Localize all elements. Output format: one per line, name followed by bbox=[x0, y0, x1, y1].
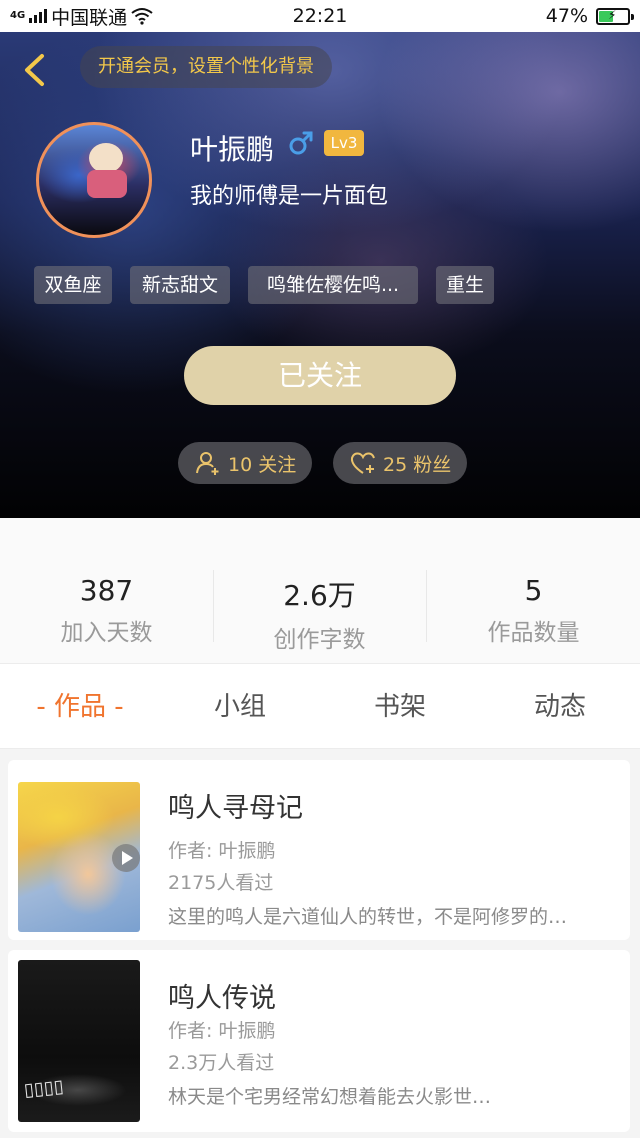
fans-button[interactable]: 25 粉丝 bbox=[333, 442, 468, 484]
chevron-left-icon[interactable] bbox=[14, 48, 58, 92]
stat-label: 加入天数 bbox=[60, 620, 153, 646]
tag-item[interactable]: 重生 bbox=[436, 266, 494, 304]
follow-button[interactable]: 已关注 bbox=[184, 346, 456, 405]
tab-works[interactable]: - 作品 - bbox=[0, 664, 160, 750]
work-author: 作者: 叶振鹏 bbox=[168, 1020, 276, 1042]
tag-item[interactable]: 双鱼座 bbox=[34, 266, 112, 304]
tab-groups[interactable]: 小组 bbox=[160, 664, 320, 750]
work-cover[interactable] bbox=[18, 782, 140, 932]
cover-artwork: ▯▯▯▯ bbox=[23, 1075, 65, 1102]
network-type: 4G bbox=[10, 10, 26, 21]
work-title[interactable]: 鸣人传说 bbox=[168, 976, 276, 1015]
tab-bar: - 作品 - 小组 书架 动态 bbox=[0, 663, 640, 749]
stat-word-count: 2.6万 创作字数 bbox=[213, 574, 426, 654]
work-views: 2175人看过 bbox=[168, 872, 274, 894]
work-cover[interactable]: ▯▯▯▯ bbox=[18, 960, 140, 1122]
work-description: 这里的鸣人是六道仙人的转世，不是阿修罗的… bbox=[168, 906, 568, 928]
username: 叶振鹏 bbox=[190, 133, 275, 166]
male-icon bbox=[289, 131, 313, 155]
stat-label: 作品数量 bbox=[487, 620, 580, 646]
following-button[interactable]: 10 关注 bbox=[178, 442, 313, 484]
work-card[interactable]: 鸣人寻母记 作者: 叶振鹏 2175人看过 这里的鸣人是六道仙人的转世，不是阿修… bbox=[8, 760, 630, 940]
profile-header: 开通会员，设置个性化背景 叶振鹏 Lv3 我的师傅是一片面包 双鱼座 新志甜文 … bbox=[0, 32, 640, 518]
custom-background-tip[interactable]: 开通会员，设置个性化背景 bbox=[80, 46, 332, 88]
work-title[interactable]: 鸣人寻母记 bbox=[168, 786, 303, 825]
charging-icon: ⚡ bbox=[608, 7, 617, 22]
signature: 我的师傅是一片面包 bbox=[190, 184, 389, 209]
work-description: 林天是个宅男经常幻想着能去火影世… bbox=[168, 1086, 492, 1108]
battery-icon: ⚡ bbox=[596, 7, 634, 25]
stat-join-days: 387 加入天数 bbox=[0, 574, 213, 647]
tab-bookshelf[interactable]: 书架 bbox=[320, 664, 480, 750]
signal-icon bbox=[29, 9, 48, 23]
status-left: 4G 中国联通 bbox=[10, 3, 250, 30]
avatar[interactable] bbox=[36, 122, 152, 238]
stat-label: 创作字数 bbox=[273, 627, 366, 653]
battery-percent: 47% bbox=[545, 5, 588, 27]
user-add-icon bbox=[196, 452, 219, 475]
status-bar: 4G 中国联通 22:21 47% ⚡ bbox=[0, 0, 640, 32]
level-badge: Lv3 bbox=[324, 130, 364, 156]
stat-work-count: 5 作品数量 bbox=[427, 574, 640, 647]
carrier-name: 中国联通 bbox=[51, 6, 128, 29]
stats-row: 387 加入天数 2.6万 创作字数 5 作品数量 bbox=[0, 518, 640, 663]
avatar-figure-body bbox=[87, 170, 127, 198]
tab-activity[interactable]: 动态 bbox=[480, 664, 640, 750]
work-views: 2.3万人看过 bbox=[168, 1052, 275, 1074]
tag-item[interactable]: 鸣雏佐樱佐鸣... bbox=[248, 266, 418, 304]
heart-add-icon bbox=[350, 452, 375, 474]
work-author: 作者: 叶振鹏 bbox=[168, 840, 276, 862]
stat-value: 387 bbox=[79, 574, 134, 607]
status-right: 47% ⚡ bbox=[390, 5, 634, 27]
clock: 22:21 bbox=[292, 5, 348, 27]
following-count: 10 关注 bbox=[228, 453, 297, 476]
wifi-icon bbox=[131, 8, 153, 25]
stat-value: 2.6万 bbox=[283, 579, 356, 612]
avatar-figure-head bbox=[89, 143, 123, 173]
work-card[interactable]: ▯▯▯▯ 鸣人传说 作者: 叶振鹏 2.3万人看过 林天是个宅男经常幻想着能去火… bbox=[8, 950, 630, 1132]
stat-value: 5 bbox=[524, 574, 543, 607]
tag-item[interactable]: 新志甜文 bbox=[130, 266, 230, 304]
play-icon[interactable] bbox=[112, 844, 140, 872]
fans-count: 25 粉丝 bbox=[383, 453, 452, 476]
